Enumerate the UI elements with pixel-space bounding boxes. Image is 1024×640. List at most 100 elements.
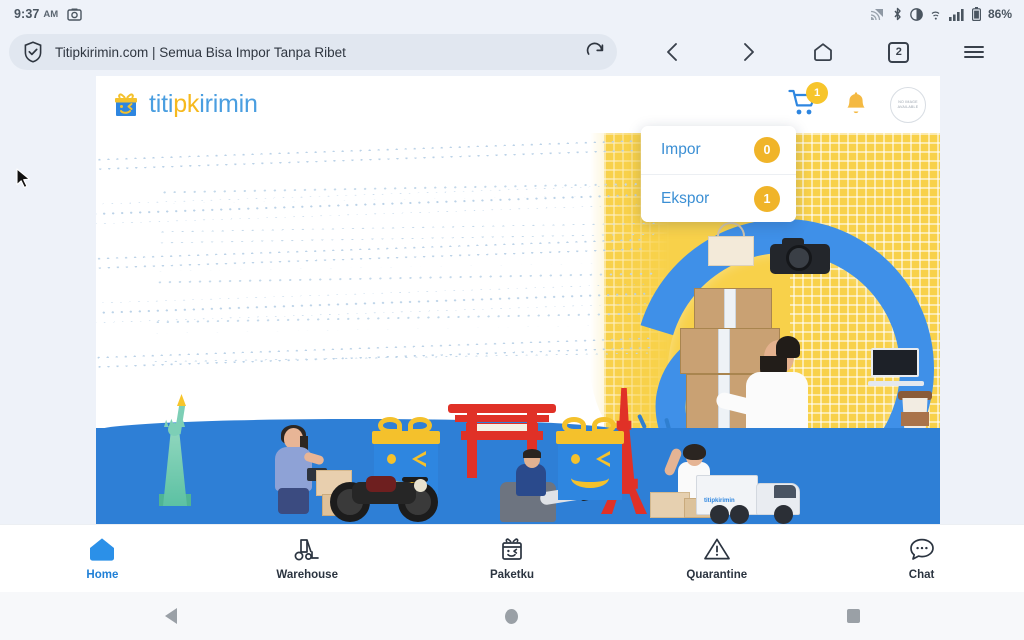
truck-window [774, 485, 796, 498]
warning-triangle-icon [702, 536, 732, 562]
laptop-base [868, 381, 924, 386]
liberty-body [163, 432, 187, 506]
forklift-icon [292, 536, 322, 562]
nav-label: Paketku [489, 569, 535, 581]
android-recents-button[interactable] [683, 609, 1024, 623]
gift-box-smile [571, 468, 609, 488]
do-not-disturb-icon [910, 7, 923, 21]
truck-logo-text: titipkirimin [704, 498, 735, 504]
signal-icon [948, 8, 965, 21]
gift-box-logo-icon [112, 91, 140, 119]
statue-of-liberty-illustration [151, 394, 197, 506]
motorcycle-headlight [414, 479, 427, 492]
wifi-icon [930, 8, 942, 21]
shield-check-icon[interactable] [23, 41, 43, 63]
notification-bell-icon[interactable] [844, 91, 868, 118]
gift-package-icon [498, 536, 526, 562]
dropdown-item-badge: 1 [754, 185, 780, 212]
clock-ampm: AM [43, 8, 59, 20]
torii-left-column [467, 413, 477, 478]
tab-switcher-button[interactable]: 2 [879, 32, 919, 72]
battery-icon [971, 7, 981, 21]
laptop-screen [871, 348, 919, 377]
dropdown-item-label: Ekspor [661, 189, 710, 207]
truck-wheel [730, 505, 749, 524]
site-logo[interactable]: titipkirimin [112, 90, 258, 119]
camera-lens [786, 245, 812, 271]
nav-label: Chat [908, 569, 935, 581]
header-dropdown-menu: Impor 0 Ekspor 1 [641, 126, 796, 222]
nav-item-home[interactable]: Home [0, 536, 205, 581]
cardboard-box [694, 288, 772, 330]
forward-button[interactable] [728, 32, 768, 72]
torii-top-beam [448, 404, 556, 413]
truck-wheel [710, 505, 729, 524]
bluetooth-icon [892, 7, 903, 21]
status-bar-right: 86% [870, 7, 1012, 21]
dropdown-item-impor[interactable]: Impor 0 [641, 126, 796, 174]
toolbar-buttons: 2 [617, 32, 1024, 72]
home-button[interactable] [803, 32, 843, 72]
motorcycle-illustration [328, 460, 440, 522]
laptop-illustration [868, 348, 924, 386]
browser-toolbar: Titipkirimin.com | Semua Bisa Impor Tanp… [0, 28, 1024, 76]
logo-text-part3: irimin [199, 90, 258, 118]
dropdown-item-badge: 0 [754, 137, 780, 163]
truck-wheel [774, 505, 793, 524]
cart-badge: 1 [806, 81, 828, 104]
woman-with-boxes-illustration [264, 425, 354, 516]
dropdown-item-ekspor[interactable]: Ekspor 1 [641, 174, 796, 222]
man-chair-hair [523, 449, 541, 458]
tab-count-label: 2 [888, 41, 910, 63]
gift-bow-left [562, 417, 586, 434]
chat-bubble-icon [908, 536, 936, 562]
android-status-bar: 9:37 AM 86% [0, 0, 1024, 28]
user-avatar[interactable]: NO IMAGE AVAILABLE [890, 86, 926, 123]
address-bar[interactable]: Titipkirimin.com | Semua Bisa Impor Tanp… [9, 34, 617, 70]
nav-item-warehouse[interactable]: Warehouse [205, 536, 410, 581]
nav-item-chat[interactable]: Chat [819, 536, 1024, 581]
reload-icon[interactable] [585, 42, 605, 62]
coffee-sleeve [901, 412, 929, 426]
android-navigation-bar [0, 592, 1024, 640]
battery-percent: 86% [987, 7, 1012, 21]
android-home-icon [505, 608, 519, 624]
shopping-bag-body [708, 236, 754, 266]
delivery-truck-illustration: titipkirimin [696, 468, 816, 524]
cast-icon [870, 8, 885, 21]
nav-label: Home [86, 569, 119, 581]
android-home-button[interactable] [341, 608, 682, 624]
gift-box-lid [556, 431, 624, 444]
logo-text-part1: titi [149, 90, 174, 118]
android-back-button[interactable] [0, 608, 341, 624]
nav-label: Warehouse [276, 569, 338, 581]
android-back-icon [164, 608, 177, 624]
gift-bow-right [408, 417, 432, 434]
hero-banner[interactable]: titipkirimin [96, 133, 940, 524]
liberty-torch [177, 394, 186, 406]
dropdown-item-label: Impor [661, 141, 701, 158]
nav-label: Quarantine [686, 569, 748, 581]
back-button[interactable] [653, 32, 693, 72]
camera-illustration [770, 236, 830, 274]
nav-item-quarantine[interactable]: Quarantine [614, 536, 819, 581]
address-bar-text: Titipkirimin.com | Semua Bisa Impor Tanp… [55, 44, 346, 60]
gift-box-eye [571, 454, 580, 464]
menu-button[interactable] [954, 32, 994, 72]
liberty-arm [174, 403, 186, 435]
cart-button[interactable]: 1 [788, 81, 828, 122]
shopping-bag-illustration [708, 222, 754, 266]
web-page-viewport: titipkirimin 1 NO IMAGE AVAILABLE titipk… [96, 76, 940, 524]
app-bottom-navigation: Home Warehouse Paketku Quarantine Chat [0, 524, 1024, 592]
device-screen: 9:37 AM 86% Titipkirimin.com | Semua Bis… [0, 0, 1024, 640]
home-icon [88, 536, 116, 562]
gift-bow-left [378, 417, 402, 434]
site-header: titipkirimin 1 NO IMAGE AVAILABLE [96, 76, 940, 133]
camera-icon [67, 8, 82, 21]
hero-dotted-wave-pattern-2 [150, 168, 662, 368]
man-chair-body [516, 464, 546, 496]
avatar-line-2: AVAILABLE [897, 104, 919, 109]
logo-wordmark: titipkirimin [149, 90, 258, 119]
desk-woman-hair [683, 444, 706, 460]
nav-item-paketku[interactable]: Paketku [410, 536, 615, 581]
